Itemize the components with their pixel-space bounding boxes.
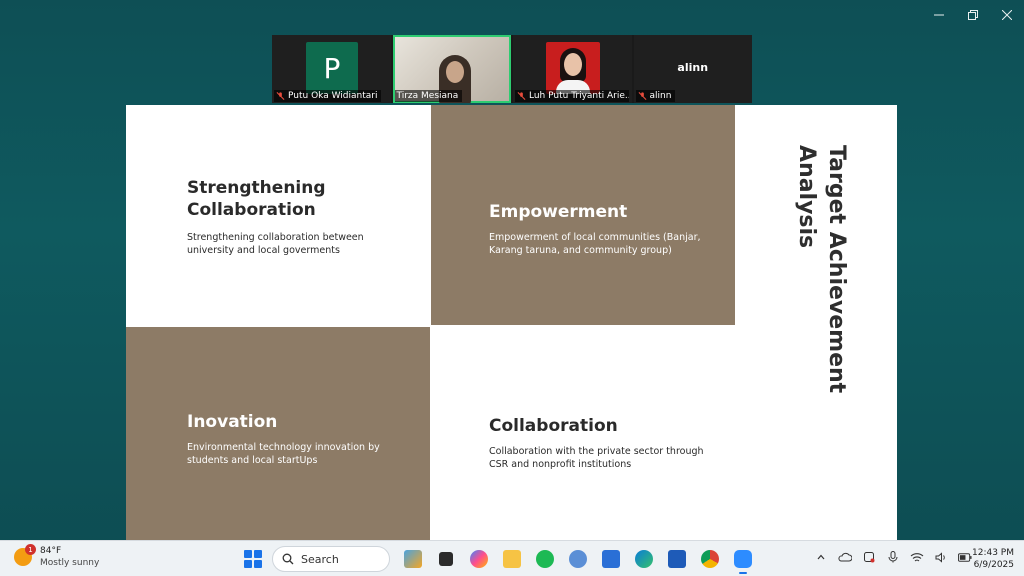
onedrive-icon[interactable] xyxy=(838,550,852,564)
spotify-button[interactable] xyxy=(532,546,558,572)
quadrant-inovation: Inovation Environmental technology innov… xyxy=(126,327,430,541)
participant-name: Putu Oka Widiantari xyxy=(288,91,378,101)
edge-button[interactable] xyxy=(631,546,657,572)
participant-strip: P Putu Oka Widiantari Tirza Mesiana Luh … xyxy=(272,35,752,103)
avatar: P xyxy=(306,42,358,94)
clock-time: 12:43 PM xyxy=(972,548,1014,558)
taskbar-search[interactable]: Search xyxy=(272,546,390,572)
participant-tile[interactable]: alinn alinn xyxy=(633,35,752,103)
participant-name-tag: alinn xyxy=(635,90,676,102)
store-icon xyxy=(602,550,620,568)
quadrant-title: Inovation xyxy=(187,412,278,432)
quadrant-title: Empowerment xyxy=(489,202,628,222)
close-icon xyxy=(1002,10,1012,20)
clock-date: 6/9/2025 xyxy=(973,560,1014,570)
copilot-icon xyxy=(470,550,488,568)
minimize-icon xyxy=(934,14,944,16)
slide-title: Target Achievement Analysis xyxy=(794,145,849,394)
zoom-button[interactable] xyxy=(730,546,756,574)
word-icon xyxy=(668,550,686,568)
system-tray xyxy=(814,550,972,564)
wifi-icon[interactable] xyxy=(910,550,924,564)
quadrant-text: Strengthening collaboration between univ… xyxy=(187,232,364,256)
widgets-icon xyxy=(404,550,422,568)
participant-tile[interactable]: P Putu Oka Widiantari xyxy=(272,35,391,103)
mic-off-icon xyxy=(276,92,285,100)
mic-off-icon xyxy=(638,92,646,100)
quadrant-empowerment: Empowerment Empowerment of local communi… xyxy=(431,105,735,325)
weather-temp: 84°F xyxy=(40,546,62,556)
participant-name: Tirza Mesiana xyxy=(396,91,459,101)
globe-app-icon xyxy=(569,550,587,568)
participant-display-name: alinn xyxy=(677,61,709,74)
quadrant-strengthening-collaboration: Strengthening Collaboration Strengthenin… xyxy=(126,105,430,327)
file-explorer-button[interactable] xyxy=(499,546,525,572)
search-label: Search xyxy=(301,552,339,566)
participant-name: Luh Putu Triyanti Arie... xyxy=(529,91,629,101)
taskbar-clock[interactable]: 12:43 PM 6/9/2025 xyxy=(966,547,1014,571)
chrome-button[interactable] xyxy=(697,546,723,572)
store-button[interactable] xyxy=(598,546,624,572)
chrome-icon xyxy=(701,550,719,568)
task-view-button[interactable] xyxy=(433,546,459,572)
participant-tile[interactable]: Luh Putu Triyanti Arie... xyxy=(513,35,632,103)
restore-button[interactable] xyxy=(956,0,990,30)
taskbar: 1 84°F Mostly sunny Search 12:43 PM 6/9/… xyxy=(0,540,1024,576)
copilot-button[interactable] xyxy=(466,546,492,572)
quadrant-text: Collaboration with the private sector th… xyxy=(489,446,704,470)
quadrant-collaboration: Collaboration Collaboration with the pri… xyxy=(431,325,735,541)
search-icon xyxy=(282,553,294,565)
app-button[interactable] xyxy=(565,546,591,572)
avatar xyxy=(546,42,600,94)
restore-icon xyxy=(968,10,978,20)
widgets-app-button[interactable] xyxy=(400,546,426,572)
participant-name-tag: Tirza Mesiana xyxy=(394,90,463,102)
notification-badge: 1 xyxy=(25,544,36,555)
mic-off-icon xyxy=(517,92,526,100)
sun-icon: 1 xyxy=(14,544,36,566)
pinned-apps xyxy=(400,546,756,574)
edge-icon xyxy=(635,550,653,568)
quadrant-text: Environmental technology innovation by s… xyxy=(187,442,380,466)
folder-icon xyxy=(503,550,521,568)
word-button[interactable] xyxy=(664,546,690,572)
participant-name-tag: Putu Oka Widiantari xyxy=(274,90,382,102)
zoom-icon xyxy=(734,550,752,568)
quadrant-title: Strengthening Collaboration xyxy=(187,178,326,220)
windows-start-icon[interactable] xyxy=(244,550,262,568)
shared-slide: Strengthening Collaboration Strengthenin… xyxy=(126,105,897,541)
microphone-icon[interactable] xyxy=(886,550,900,564)
close-button[interactable] xyxy=(990,0,1024,30)
participant-name: alinn xyxy=(649,91,672,101)
weather-desc: Mostly sunny xyxy=(40,558,100,568)
quadrant-title: Collaboration xyxy=(489,416,618,436)
task-view-icon xyxy=(439,552,453,566)
window-controls xyxy=(922,0,1024,30)
chevron-up-icon[interactable] xyxy=(814,550,828,564)
weather-widget[interactable]: 1 84°F Mostly sunny xyxy=(14,544,100,569)
minimize-button[interactable] xyxy=(922,0,956,30)
quadrant-text: Empowerment of local communities (Banjar… xyxy=(489,232,701,256)
participant-name-tag: Luh Putu Triyanti Arie... xyxy=(515,90,629,102)
volume-icon[interactable] xyxy=(934,550,948,564)
participant-tile-active-speaker[interactable]: Tirza Mesiana xyxy=(392,35,511,103)
sync-icon[interactable] xyxy=(862,550,876,564)
spotify-icon xyxy=(536,550,554,568)
